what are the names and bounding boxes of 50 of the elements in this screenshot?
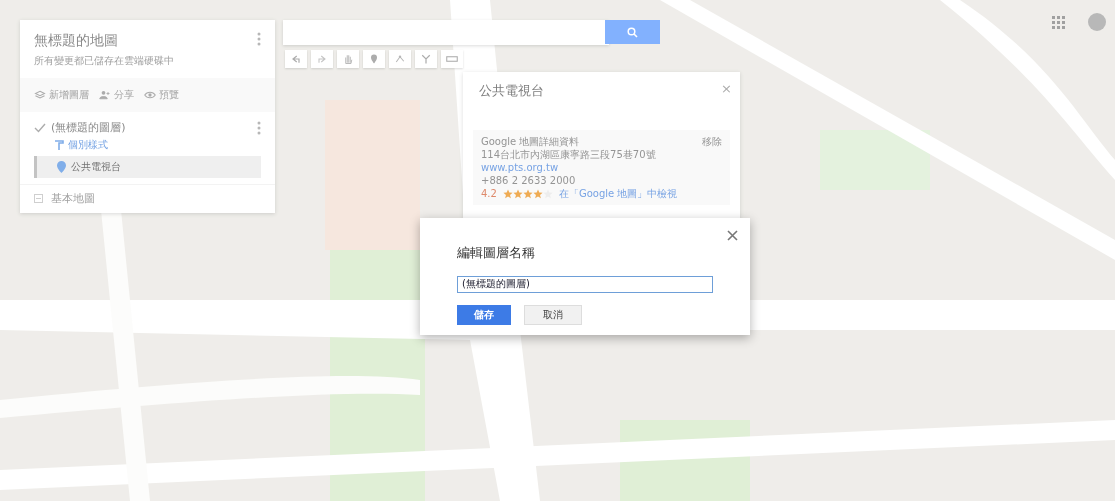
layer-name[interactable]: (無標題的圖層) [51, 120, 252, 135]
phone: +886 2 2633 2000 [481, 174, 577, 187]
add-layer-button[interactable]: 新增圖層 [34, 88, 89, 102]
style-link[interactable]: 個別樣式 [54, 138, 261, 152]
maps-link[interactable]: 在「Google 地圖」中檢視 [558, 187, 678, 200]
pin-icon [368, 53, 380, 65]
map-title[interactable]: 無標題的地圖 [34, 32, 118, 50]
search-button[interactable] [605, 20, 660, 44]
place-title: 公共電視台 [479, 82, 544, 100]
undo-icon [290, 53, 302, 65]
address: 114台北市內湖區康寧路三段75巷70號 [481, 148, 657, 161]
search-field[interactable] [283, 20, 609, 45]
layers-icon [34, 89, 46, 101]
line-tool[interactable] [389, 50, 411, 68]
hand-tool[interactable] [337, 50, 359, 68]
collapse-icon [34, 194, 43, 203]
place-item[interactable]: 公共電視台 [34, 156, 261, 178]
save-button[interactable]: 儲存 [457, 304, 511, 325]
close-icon[interactable] [727, 230, 738, 241]
fork-icon [420, 53, 432, 65]
map-pin-icon [57, 161, 66, 173]
save-status: 所有變更都已儲存在雲端硬碟中 [33, 54, 175, 68]
cancel-button[interactable]: 取消 [524, 304, 582, 325]
undo-tool[interactable] [285, 50, 307, 68]
eye-icon [144, 89, 156, 101]
redo-tool[interactable] [311, 50, 333, 68]
marker-tool[interactable] [363, 50, 385, 68]
ruler-icon [446, 53, 458, 65]
rating: 4.2 [481, 187, 497, 200]
details-heading: Google 地圖詳細資料 [481, 135, 580, 148]
redo-icon [316, 53, 328, 65]
checkmark-icon[interactable] [34, 121, 46, 134]
route-tool[interactable] [415, 50, 437, 68]
close-button[interactable]: × [721, 82, 732, 95]
ruler-tool[interactable] [441, 50, 463, 68]
preview-button[interactable]: 預覽 [144, 88, 179, 102]
more-icon[interactable] [257, 120, 261, 135]
paint-roller-icon [54, 140, 64, 150]
person-add-icon [99, 89, 111, 101]
apps-grid-icon[interactable] [1052, 16, 1065, 29]
remove-link[interactable]: 移除 [702, 135, 722, 148]
hand-icon [342, 53, 354, 65]
line-icon [394, 53, 406, 65]
website-link[interactable]: www.pts.org.tw [481, 162, 559, 173]
layer-name-field[interactable]: (無標題的圖層) [457, 275, 713, 293]
search-icon [627, 26, 638, 38]
dialog-title: 編輯圖層名稱 [457, 244, 536, 262]
base-map-item[interactable]: 基本地圖 [20, 185, 275, 213]
share-button[interactable]: 分享 [99, 88, 134, 102]
more-icon[interactable] [257, 32, 261, 46]
